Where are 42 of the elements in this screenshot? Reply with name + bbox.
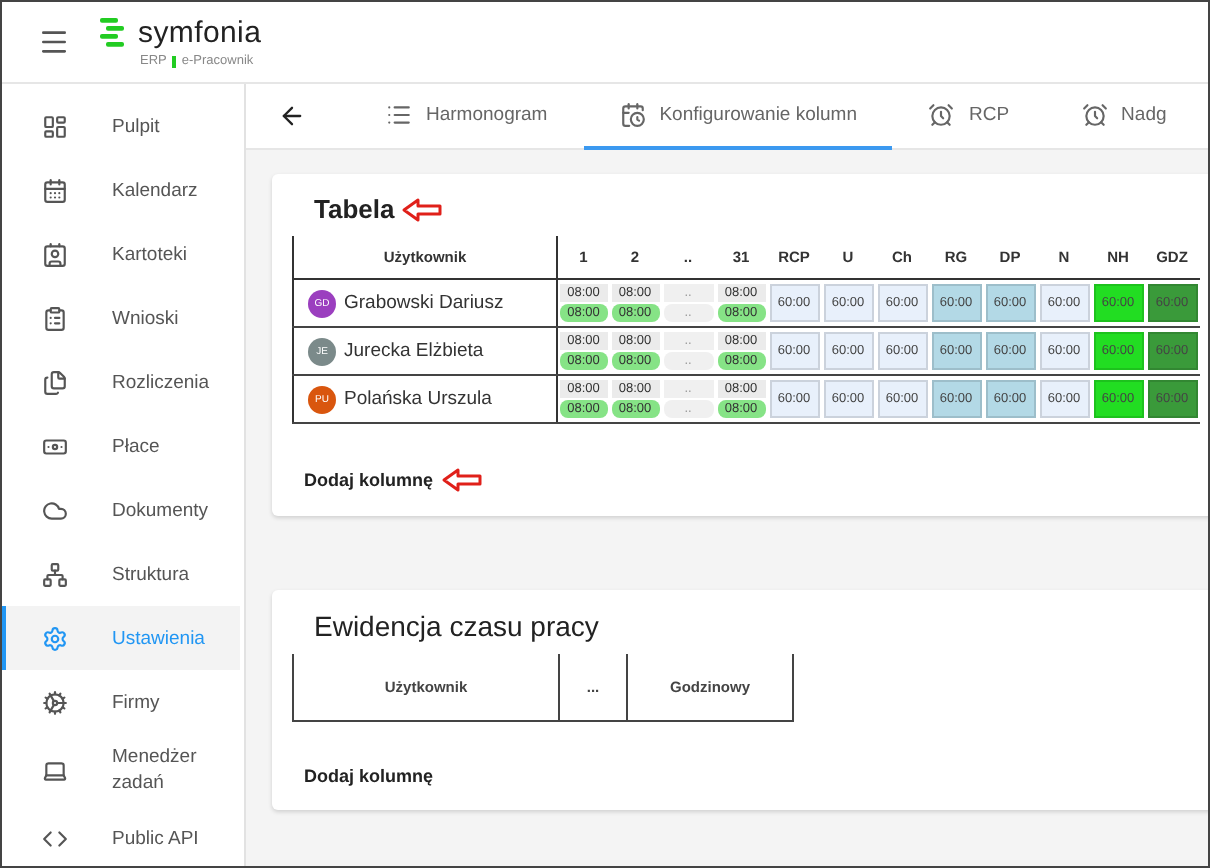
back-arrow-icon <box>278 102 306 130</box>
sidebar-icon <box>42 177 68 203</box>
sidebar-item[interactable]: Struktura <box>2 542 240 606</box>
sidebar-item[interactable]: Płace <box>2 414 240 478</box>
tab-icon <box>619 102 646 128</box>
sidebar-item[interactable]: Menedżer zadań <box>2 734 240 806</box>
add-column-link[interactable]: Dodaj kolumnę <box>304 766 434 786</box>
sidebar-item[interactable]: Kartoteki <box>2 222 240 286</box>
logo-text: symfonia <box>138 16 262 50</box>
tab-icon <box>928 102 955 128</box>
sidebar-item[interactable]: Public API <box>2 806 240 866</box>
menu-icon <box>38 26 70 58</box>
tab[interactable]: RCP <box>892 84 1046 150</box>
logo-icon <box>100 18 126 48</box>
sidebar-icon <box>42 689 68 715</box>
user-name: Jurecka Elżbieta <box>344 340 484 362</box>
tab[interactable]: Harmonogram <box>350 84 584 150</box>
sidebar-item[interactable]: Firmy <box>2 670 240 734</box>
user-name: Grabowski Dariusz <box>344 292 504 314</box>
sidebar-item[interactable]: Wnioski <box>2 286 240 350</box>
sidebar-item[interactable]: Pulpit <box>2 94 240 158</box>
sidebar-icon <box>42 241 68 267</box>
sidebar-icon <box>42 305 68 331</box>
tab[interactable]: Nadg <box>1045 84 1203 150</box>
sidebar-item[interactable]: Dokumenty <box>2 478 240 542</box>
sidebar-icon <box>42 113 68 139</box>
add-column-link[interactable]: Dodaj kolumnę <box>304 470 434 490</box>
sidebar-icon <box>42 433 68 459</box>
tab-icon <box>386 102 412 128</box>
section-title: Tabela <box>314 194 395 224</box>
sidebar-item[interactable]: Rozliczenia <box>2 350 240 414</box>
menu-button[interactable] <box>38 26 70 58</box>
tab-icon <box>1081 102 1108 128</box>
sidebar-icon <box>42 825 68 851</box>
section-title: Ewidencja czasu pracy <box>314 610 599 642</box>
user-name: Polańska Urszula <box>344 388 492 410</box>
sidebar-icon <box>42 497 68 523</box>
sidebar-icon <box>42 625 68 651</box>
sidebar-icon <box>42 757 68 783</box>
sidebar-icon <box>42 561 68 587</box>
sidebar-icon <box>42 369 68 395</box>
sidebar-item[interactable]: Kalendarz <box>2 158 240 222</box>
